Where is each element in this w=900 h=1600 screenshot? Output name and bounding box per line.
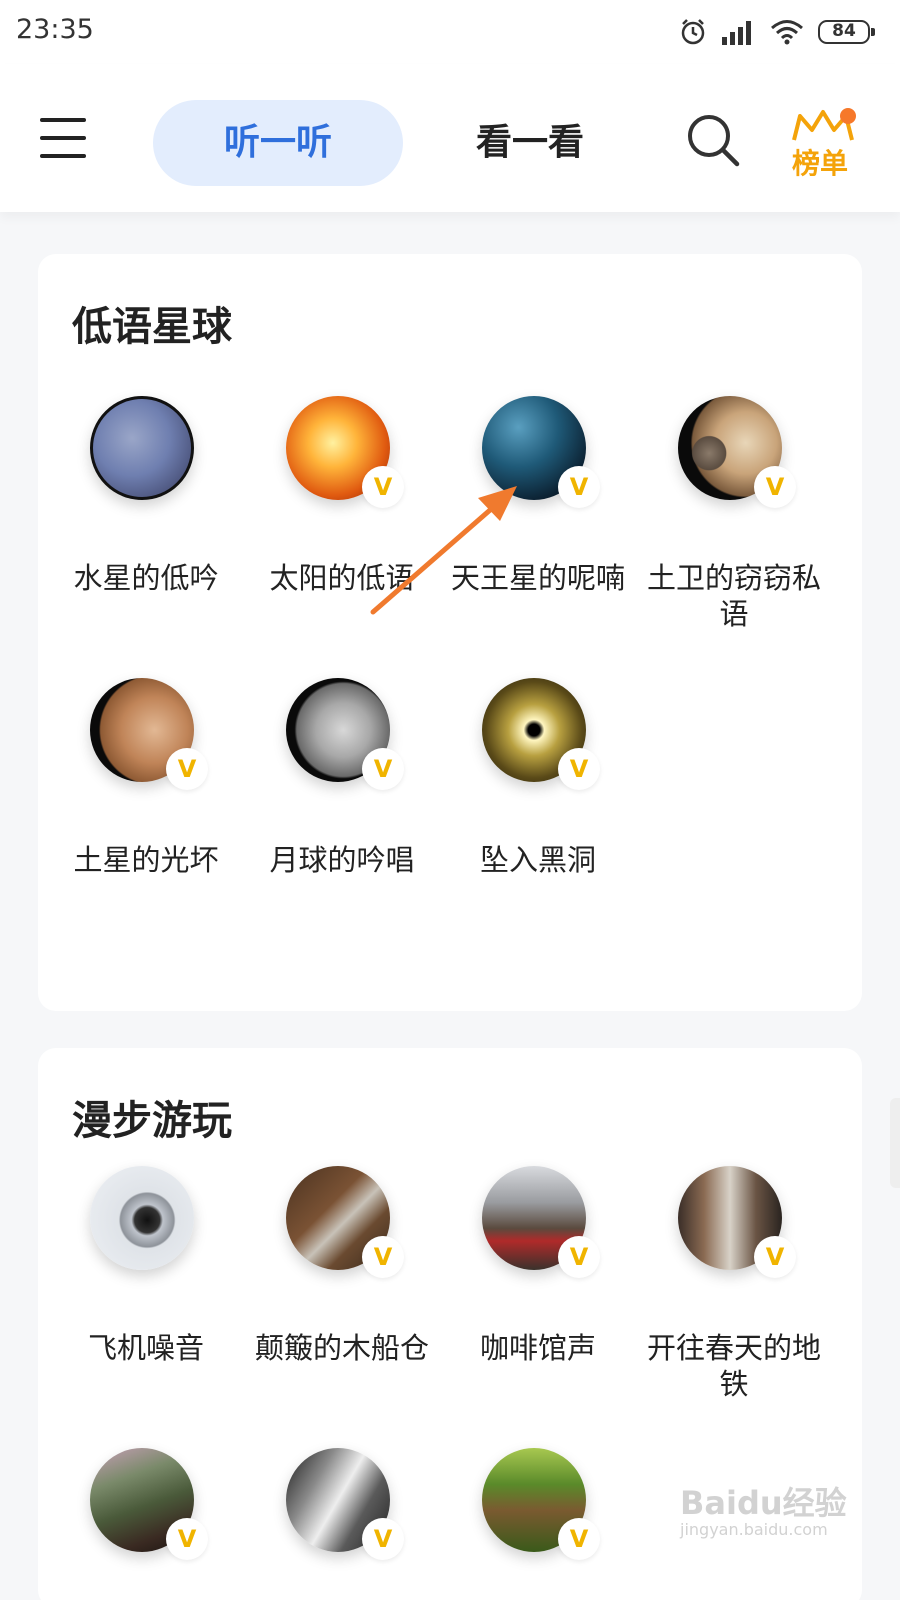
status-icons: 84 <box>678 14 875 50</box>
sound-item-label: 土星的光坏 <box>73 843 219 877</box>
alarm-icon <box>681 19 705 45</box>
sound-item-label: 坠入黑洞 <box>479 843 596 877</box>
menu-icon[interactable] <box>40 118 86 162</box>
sound-item-label: 颠簸的木船仓 <box>254 1331 429 1365</box>
vip-badge: V <box>166 748 208 790</box>
vip-badge: V <box>558 748 600 790</box>
sound-item-subway[interactable]: V 开往春天的地铁 <box>634 1166 834 1402</box>
mercury-image <box>90 396 194 500</box>
vip-badge: V <box>558 466 600 508</box>
vip-badge: V <box>362 1236 404 1278</box>
vip-badge: V <box>362 466 404 508</box>
top-header: 听一听 看一看 榜单 <box>0 64 900 212</box>
wifi-icon <box>771 20 803 45</box>
sound-item-label: 咖啡馆声 <box>479 1331 596 1365</box>
sound-item-label: 水星的低吟 <box>73 561 219 595</box>
sound-item-forest[interactable]: V <box>438 1448 638 1560</box>
side-drawer-handle[interactable] <box>890 1098 900 1188</box>
sound-item-label: 飞机噪音 <box>87 1331 204 1365</box>
sound-item-airplane[interactable]: 飞机噪音 <box>46 1166 246 1366</box>
vip-badge: V <box>166 1518 208 1560</box>
watermark-url: jingyan.baidu.com <box>680 1520 828 1539</box>
watermark: Baidu经验 <box>680 1484 847 1522</box>
search-icon[interactable] <box>685 112 741 168</box>
sound-item-boat[interactable]: V 颠簸的木船仓 <box>242 1166 442 1366</box>
sound-item-sun[interactable]: V 太阳的低语 <box>242 396 442 596</box>
vip-badge: V <box>754 1236 796 1278</box>
sound-item-cafe[interactable]: V 咖啡馆声 <box>438 1166 638 1366</box>
vip-badge: V <box>754 466 796 508</box>
sound-item-moon[interactable]: V 月球的吟唱 <box>242 678 442 878</box>
sound-item-label: 天王星的呢喃 <box>450 561 625 595</box>
sound-item-saturn-moon[interactable]: V 土卫的窃窃私语 <box>634 396 834 632</box>
vip-badge: V <box>558 1518 600 1560</box>
battery-icon: 84 <box>818 20 875 44</box>
rank-button[interactable]: 榜单 <box>790 104 860 184</box>
rank-label: 榜单 <box>792 147 849 180</box>
sound-item-rail[interactable]: V <box>242 1448 442 1560</box>
vip-badge: V <box>362 748 404 790</box>
vip-badge: V <box>558 1236 600 1278</box>
status-bar: 23:35 84 <box>0 0 900 64</box>
sound-item-saturn-ring[interactable]: V 土星的光坏 <box>46 678 246 878</box>
signal-icon <box>722 21 751 45</box>
notification-dot <box>840 108 856 124</box>
airplane-image <box>90 1166 194 1270</box>
status-time: 23:35 <box>16 14 94 45</box>
sound-item-mercury[interactable]: 水星的低吟 <box>46 396 246 596</box>
vip-badge: V <box>362 1518 404 1560</box>
sound-item-label: 土卫的窃窃私语 <box>646 561 821 631</box>
section-card-planets: 低语星球 水星的低吟 V 太阳的低语 V 天王星的呢喃 V 土卫的窃窃私语 V <box>38 254 862 1011</box>
tab-watch[interactable]: 看一看 <box>420 100 640 186</box>
tab-listen[interactable]: 听一听 <box>153 100 403 186</box>
sound-item-label: 太阳的低语 <box>269 561 415 595</box>
sound-item-label: 月球的吟唱 <box>269 843 415 877</box>
sound-item-label: 开往春天的地铁 <box>646 1331 821 1401</box>
section-title: 漫步游玩 <box>72 1098 232 1144</box>
section-title: 低语星球 <box>72 304 232 350</box>
sound-item-uranus[interactable]: V 天王星的呢喃 <box>438 396 638 596</box>
sound-item-train[interactable]: V <box>46 1448 246 1560</box>
sound-item-black-hole[interactable]: V 坠入黑洞 <box>438 678 638 878</box>
